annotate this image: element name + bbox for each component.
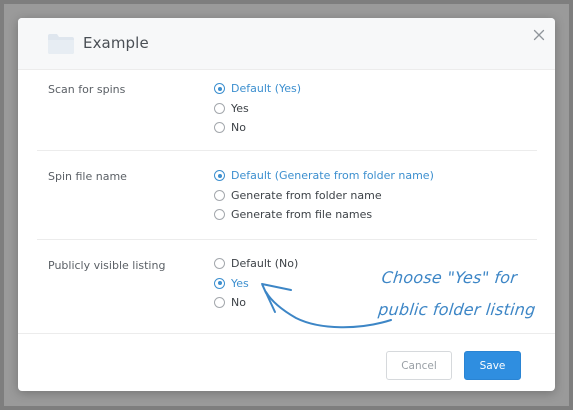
setting-spin-file-name: Spin file name Default (Generate from fo… bbox=[37, 151, 537, 240]
save-button[interactable]: Save bbox=[464, 351, 521, 380]
radio-empty-icon[interactable] bbox=[214, 209, 225, 221]
annotation-line-1: Choose "Yes" for bbox=[380, 268, 519, 287]
dialog-title: Example bbox=[83, 34, 149, 52]
dialog-footer: Cancel Save bbox=[18, 333, 555, 391]
annotation-note: Choose "Yes" for public folder listing bbox=[377, 262, 541, 326]
dialog-header: Example bbox=[18, 18, 555, 70]
settings-dialog: Example Scan for spins Default (Yes) Yes… bbox=[18, 18, 555, 391]
radio-option-label: Generate from folder name bbox=[231, 188, 382, 202]
radio-option[interactable]: Default (Generate from folder name) bbox=[214, 166, 434, 186]
radio-group-scan-for-spins: Default (Yes) Yes No bbox=[214, 79, 301, 138]
cancel-button[interactable]: Cancel bbox=[386, 351, 452, 380]
radio-group-publicly-visible-listing: Default (No) Yes No bbox=[214, 254, 298, 313]
radio-option-label: Yes bbox=[231, 276, 249, 290]
annotation-line-2: public folder listing bbox=[377, 300, 537, 319]
radio-selected-icon[interactable] bbox=[214, 277, 225, 289]
radio-selected-icon[interactable] bbox=[214, 170, 225, 182]
radio-empty-icon[interactable] bbox=[214, 297, 225, 309]
radio-option-label: No bbox=[231, 121, 246, 135]
radio-empty-icon[interactable] bbox=[214, 102, 225, 114]
setting-label: Publicly visible listing bbox=[48, 259, 166, 272]
radio-option-label: Default (Yes) bbox=[231, 82, 302, 96]
setting-label: Scan for spins bbox=[48, 83, 126, 96]
radio-empty-icon[interactable] bbox=[214, 122, 225, 134]
radio-option-label: Default (No) bbox=[231, 257, 299, 271]
radio-selected-icon[interactable] bbox=[214, 83, 225, 95]
radio-empty-icon[interactable] bbox=[214, 258, 225, 270]
close-icon[interactable] bbox=[530, 26, 548, 44]
radio-option[interactable]: No bbox=[214, 118, 301, 138]
radio-option[interactable]: Yes bbox=[214, 274, 298, 294]
radio-option[interactable]: Generate from folder name bbox=[214, 186, 434, 206]
folder-icon bbox=[48, 34, 74, 54]
setting-scan-for-spins: Scan for spins Default (Yes) Yes No bbox=[37, 70, 537, 151]
radio-option[interactable]: Default (Yes) bbox=[214, 79, 301, 99]
radio-option-label: No bbox=[231, 296, 246, 310]
radio-option[interactable]: Default (No) bbox=[214, 254, 298, 274]
radio-empty-icon[interactable] bbox=[214, 189, 225, 201]
radio-group-spin-file-name: Default (Generate from folder name) Gene… bbox=[214, 166, 434, 225]
radio-option[interactable]: No bbox=[214, 293, 298, 313]
radio-option[interactable]: Generate from file names bbox=[214, 205, 434, 225]
radio-option-label: Generate from file names bbox=[231, 208, 373, 222]
radio-option-label: Default (Generate from folder name) bbox=[231, 169, 434, 183]
setting-label: Spin file name bbox=[48, 170, 127, 183]
radio-option[interactable]: Yes bbox=[214, 99, 301, 119]
radio-option-label: Yes bbox=[231, 101, 249, 115]
